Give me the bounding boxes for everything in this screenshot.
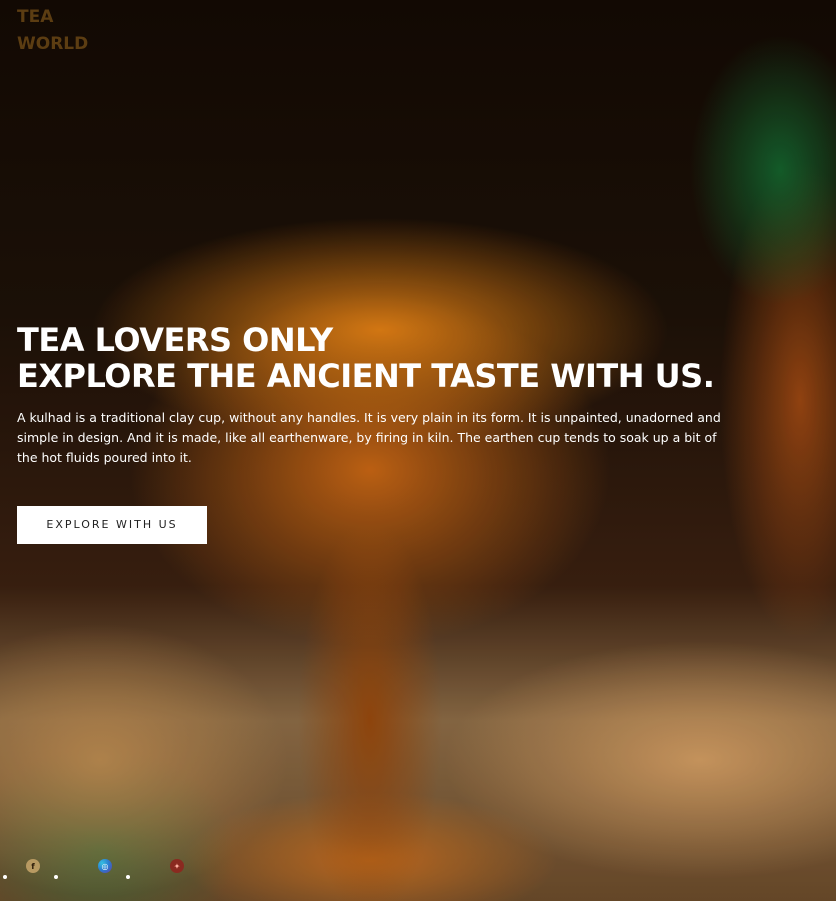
hero-description: A kulhad is a traditional clay cup, with… (17, 410, 721, 465)
hero-headline: TEA LOVERS ONLY EXPLORE THE ANCIENT TAST… (17, 322, 727, 394)
explore-button[interactable]: EXPLORE WITH US (17, 506, 207, 544)
brand-line-1: TEA (17, 7, 54, 27)
brand-line-2: WORLD (17, 34, 89, 54)
facebook-icon[interactable]: f (26, 859, 40, 873)
brand-logo[interactable]: TEA WORLD (17, 4, 88, 58)
social-separator-dot (3, 875, 7, 879)
social-bar: f ◎ ✦ (0, 855, 220, 885)
instagram-icon[interactable]: ◎ (98, 859, 112, 873)
social-separator-dot (126, 875, 130, 879)
hero-content: TEA LOVERS ONLY EXPLORE THE ANCIENT TAST… (17, 322, 727, 468)
twitter-icon[interactable]: ✦ (170, 859, 184, 873)
headline-line-1: TEA LOVERS ONLY (17, 321, 333, 359)
headline-line-2: EXPLORE THE ANCIENT TASTE WITH US. (17, 357, 715, 395)
social-separator-dot (54, 875, 58, 879)
